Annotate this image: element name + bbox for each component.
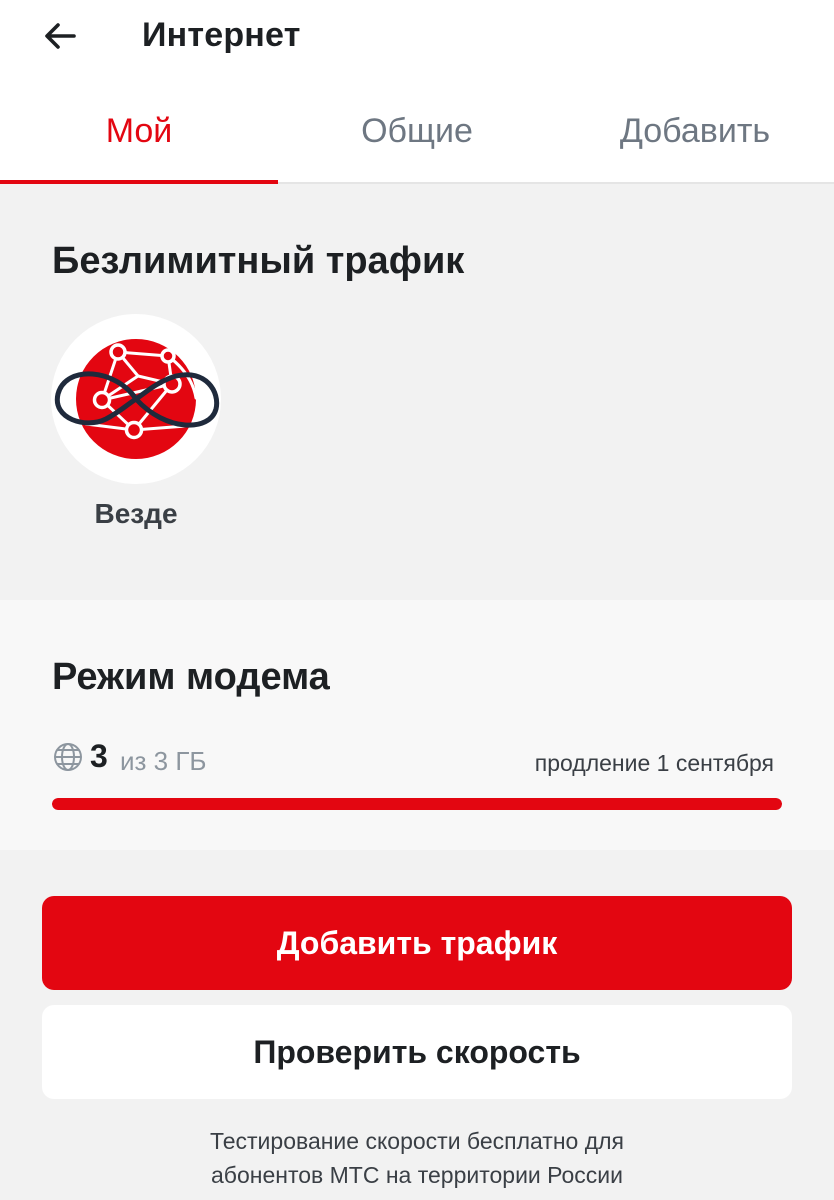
speed-test-note: Тестирование скорости бесплатно для абон… (80, 1124, 754, 1192)
check-speed-button[interactable]: Проверить скорость (42, 1005, 792, 1099)
tab-my[interactable]: Мой (0, 80, 278, 184)
usage-progress-fill (52, 798, 782, 810)
add-traffic-button[interactable]: Добавить трафик (42, 896, 792, 990)
modem-mode-title: Режим модема (52, 656, 330, 698)
unlimited-option-everywhere[interactable]: Везде (46, 314, 226, 529)
speed-test-note-line1: Тестирование скорости бесплатно для (209, 1128, 625, 1154)
tab-add[interactable]: Добавить (556, 80, 834, 182)
usage-progress-bar (52, 798, 782, 810)
speed-test-note-line2: абонентов МТС на территории России (211, 1162, 623, 1188)
unlimited-traffic-section: Безлимитный трафик Везде (0, 184, 834, 600)
option-icon-wrapper (51, 314, 221, 484)
renewal-date: продление 1 сентября (534, 750, 774, 776)
usage-total: из 3 ГБ (120, 746, 207, 776)
usage-remaining: 3 (90, 738, 108, 774)
modem-mode-section: Режим модема 3 из 3 ГБ продление 1 сентя… (0, 600, 834, 850)
tab-shared[interactable]: Общие (278, 80, 556, 182)
back-button[interactable] (30, 12, 90, 60)
option-label: Везде (94, 498, 178, 529)
tab-bar: Мой Общие Добавить (0, 80, 834, 184)
globe-icon (54, 743, 82, 771)
unlimited-traffic-title: Безлимитный трафик (52, 240, 465, 282)
app-header: Интернет (0, 0, 834, 80)
usage-row: 3 из 3 ГБ продление 1 сентября (52, 738, 782, 780)
page-title: Интернет (142, 16, 301, 54)
globe-network-infinity-icon (54, 339, 220, 459)
arrow-left-icon (45, 23, 76, 49)
